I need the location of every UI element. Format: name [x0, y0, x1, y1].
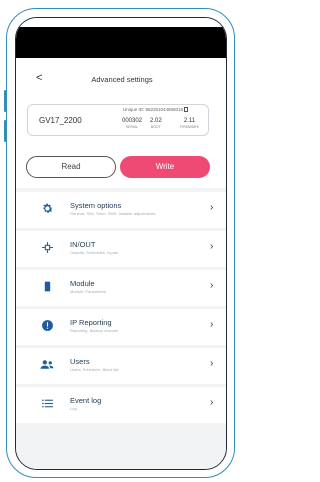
copy-icon[interactable]	[184, 107, 189, 113]
stat-label: SERIAL	[125, 125, 139, 129]
device-stat: 000302 SERIAL	[122, 118, 142, 129]
alert-icon	[40, 318, 54, 332]
battery-icon	[204, 30, 216, 37]
read-button[interactable]: Read	[26, 156, 116, 178]
status-icons: ≈	[182, 29, 216, 38]
write-button[interactable]: Write	[120, 156, 210, 178]
menu-item-title: Module	[70, 279, 95, 288]
device-card: GV17_2200 Unique ID: 862251044855018 000…	[27, 104, 209, 136]
menu-item-title: IN/OUT	[70, 240, 96, 249]
menu-item-subtitle: Reporting, Backup channel	[70, 328, 119, 333]
menu-item-module[interactable]: Module Module, Parameters ›	[16, 270, 226, 306]
users-icon	[40, 357, 54, 371]
stat-label: FIRMWARE	[180, 125, 199, 129]
stat-value: 000302	[122, 118, 143, 124]
menu-item-subtitle: Module, Parameters	[70, 289, 107, 294]
unique-id: Unique ID: 862251044855018	[123, 107, 189, 113]
menu-item-title: Users	[70, 357, 90, 366]
wifi-icon: ≈	[196, 29, 201, 38]
menu-item-in-out[interactable]: IN/OUT Outputs, Schedules, Inputs ›	[16, 231, 226, 267]
menu-item-ip-reporting[interactable]: IP Reporting Reporting, Backup channel ›	[16, 309, 226, 345]
chevron-right-icon: ›	[210, 319, 214, 330]
chevron-right-icon: ›	[210, 397, 214, 408]
menu-item-users[interactable]: Users Users, Scheduler, Black list ›	[16, 348, 226, 384]
chevron-right-icon: ›	[210, 241, 214, 252]
menu-item-subtitle: General, SIM, Timer, SMS, Installer adju…	[70, 211, 156, 216]
chevron-right-icon: ›	[210, 202, 214, 213]
list-icon	[40, 396, 54, 410]
menu-item-subtitle: Outputs, Schedules, Inputs	[70, 250, 119, 255]
phone-screen: 9:41 ≈ < Advanced settings GV17_2200 Uni…	[15, 17, 227, 470]
chevron-right-icon: ›	[210, 358, 214, 369]
menu-item-title: Event log	[70, 396, 102, 405]
menu-item-system-options[interactable]: System options General, SIM, Timer, SMS,…	[16, 192, 226, 228]
menu-item-subtitle: Log	[70, 406, 77, 411]
chevron-right-icon: ›	[210, 280, 214, 291]
gear-icon	[40, 201, 54, 215]
device-section: GV17_2200 Unique ID: 862251044855018 000…	[16, 98, 226, 188]
menu-item-subtitle: Users, Scheduler, Black list	[70, 367, 119, 372]
unique-id-text: Unique ID: 862251044855018	[123, 107, 184, 112]
side-button	[4, 120, 7, 142]
top-nav: < Advanced settings	[16, 58, 226, 98]
side-button	[4, 90, 7, 112]
module-icon	[40, 279, 54, 293]
status-time: 9:41	[33, 28, 56, 40]
device-stat: 2.11 FIRMWARE	[180, 118, 199, 129]
stat-value: 2.11	[183, 118, 196, 124]
menu-item-title: System options	[70, 201, 122, 210]
menu-item-event-log[interactable]: Event log Log ›	[16, 387, 226, 423]
signal-icon	[182, 30, 194, 37]
app-content: < Advanced settings GV17_2200 Unique ID:…	[16, 58, 226, 469]
device-name: GV17_2200	[39, 116, 82, 125]
page-title: Advanced settings	[91, 75, 153, 84]
circuit-icon	[40, 240, 54, 254]
menu-item-title: IP Reporting	[70, 318, 112, 327]
device-stat: 2.02 BOOT	[150, 118, 162, 129]
stat-value: 2.02	[150, 118, 162, 124]
stat-label: BOOT	[150, 125, 161, 129]
